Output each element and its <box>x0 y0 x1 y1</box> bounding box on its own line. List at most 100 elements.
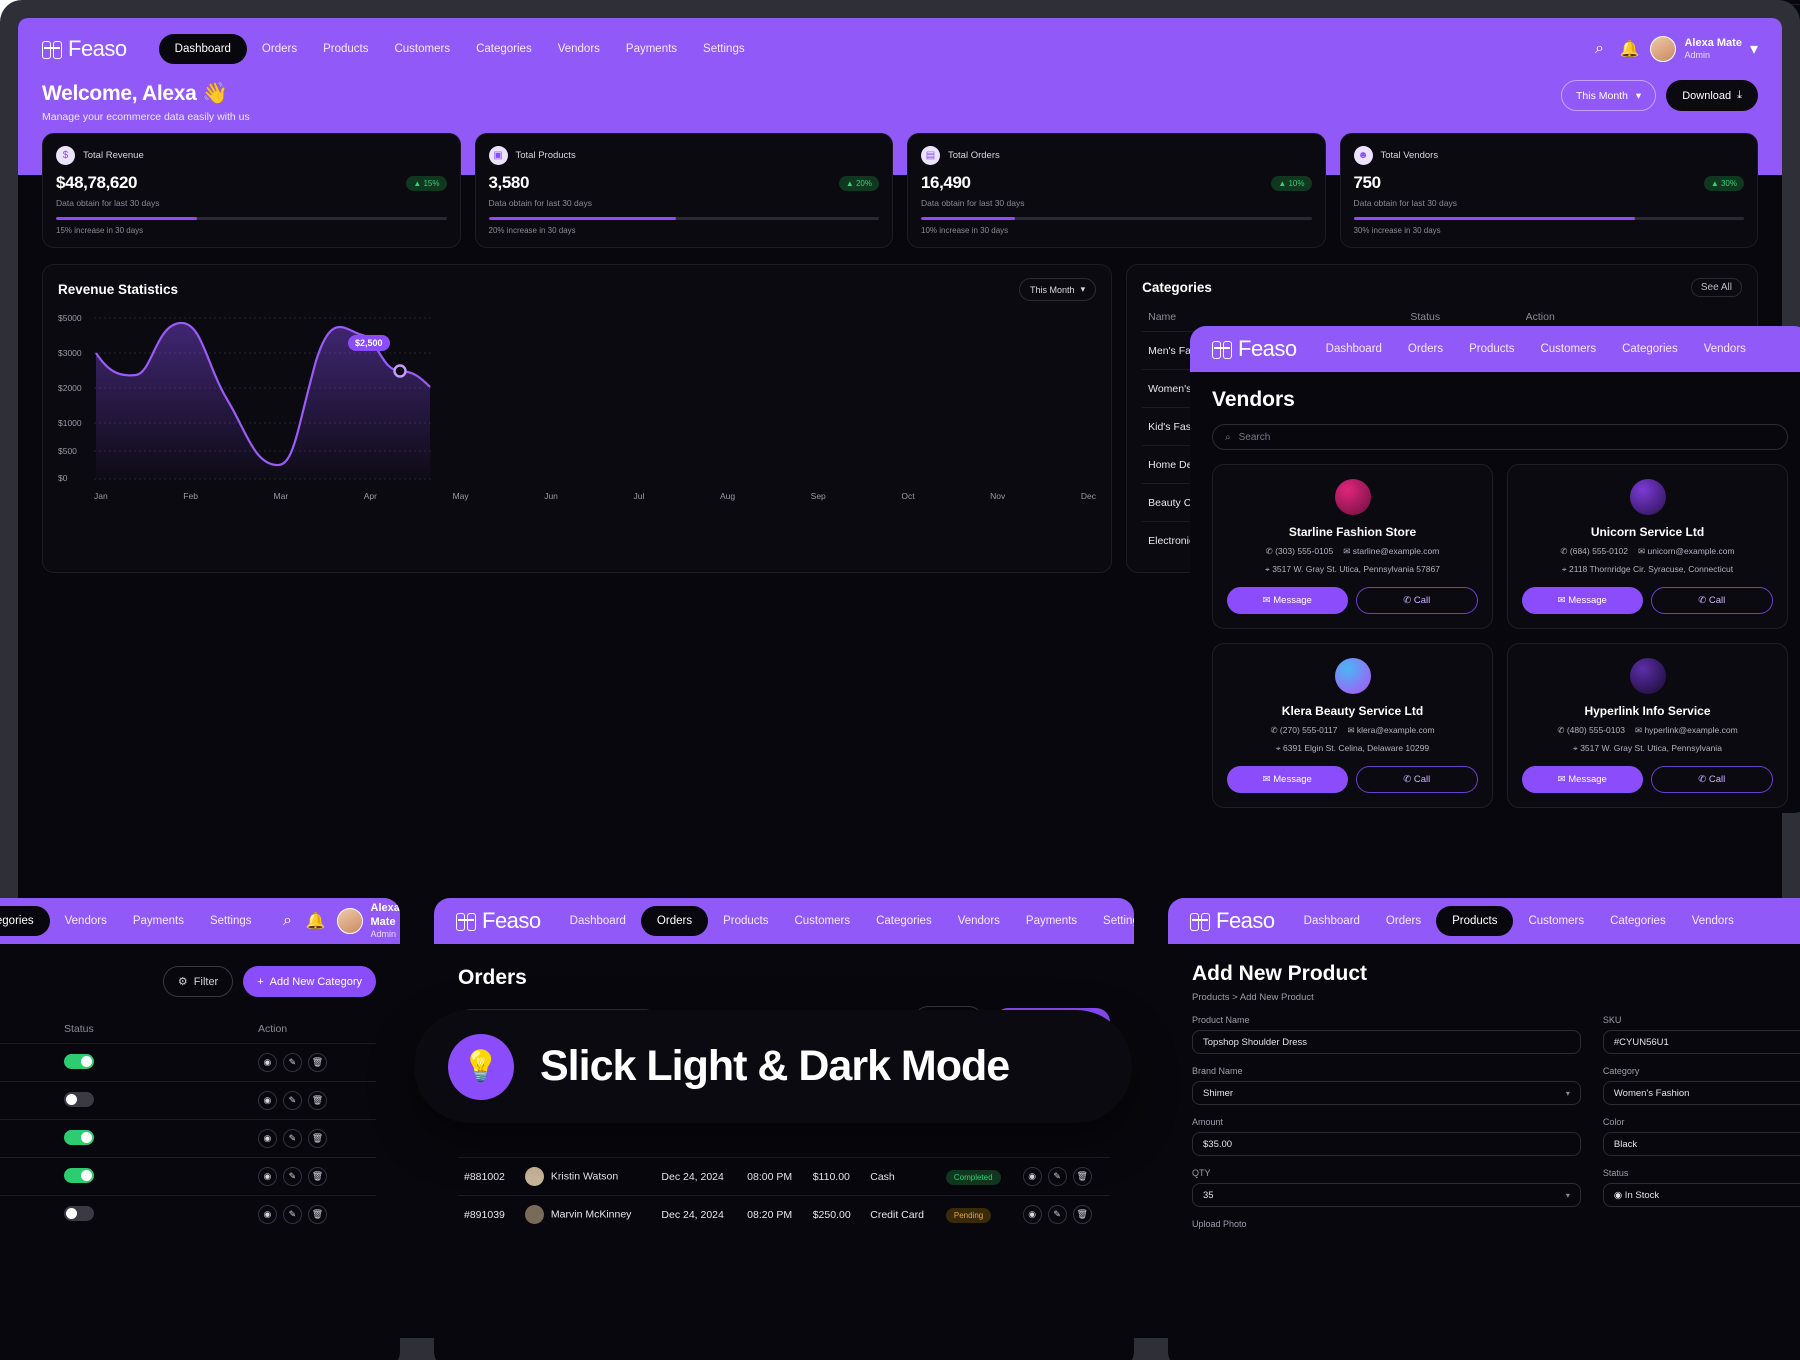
nav-item-products[interactable]: Products <box>712 909 779 933</box>
add-product-title: Add New Product <box>1192 962 1368 985</box>
delete-icon[interactable]: 🗑 <box>307 1129 327 1148</box>
categories-see-all-button[interactable]: See All <box>1690 278 1742 297</box>
edit-icon[interactable]: ✎ <box>282 1053 302 1072</box>
edit-icon[interactable]: ✎ <box>282 1129 302 1148</box>
filter-button[interactable]: ⚙ Filter <box>162 966 234 997</box>
vendor-card[interactable]: Starline Fashion Store ✆ (303) 555-0105 … <box>1212 464 1493 629</box>
table-row: ◉ ✎ 🗑 <box>0 1119 376 1158</box>
field-category[interactable]: Women's Fashion ▾ <box>1602 1081 1800 1105</box>
user-menu[interactable]: Alexa Mate Admin ▾ <box>336 902 401 939</box>
delete-icon[interactable]: 🗑 <box>1072 1167 1092 1186</box>
brand-logo[interactable]: Feaso <box>456 908 541 934</box>
message-button[interactable]: ✉ Message <box>1227 587 1348 614</box>
view-icon[interactable]: ◉ <box>257 1167 277 1186</box>
edit-icon[interactable]: ✎ <box>1047 1167 1067 1186</box>
view-icon[interactable]: ◉ <box>1022 1205 1042 1224</box>
nav-item-customers[interactable]: Customers <box>1529 337 1607 361</box>
nav-item-payments[interactable]: Payments <box>122 909 195 933</box>
vendor-card[interactable]: Klera Beauty Service Ltd ✆ (270) 555-011… <box>1212 643 1493 808</box>
view-icon[interactable]: ◉ <box>257 1053 277 1072</box>
view-icon[interactable]: ◉ <box>1022 1167 1042 1186</box>
delete-icon[interactable]: 🗑 <box>307 1205 327 1224</box>
field-qty[interactable]: 35 ▾ <box>1192 1183 1581 1207</box>
chart-range-select[interactable]: This Month ▾ <box>1019 278 1097 301</box>
status-toggle[interactable] <box>64 1205 94 1221</box>
nav-item-settings[interactable]: Settings <box>199 909 263 933</box>
call-button[interactable]: ✆ Call <box>1650 587 1773 614</box>
edit-icon[interactable]: ✎ <box>282 1167 302 1186</box>
bell-icon[interactable]: 🔔 <box>1620 40 1640 58</box>
message-button[interactable]: ✉ Message <box>1522 766 1643 793</box>
call-button[interactable]: ✆ Call <box>1355 766 1478 793</box>
nav-item-vendors[interactable]: Vendors <box>547 37 611 61</box>
view-icon[interactable]: ◉ <box>257 1091 277 1110</box>
field-brand-name[interactable]: Shimer ▾ <box>1192 1081 1581 1105</box>
nav-item-categories[interactable]: Categories <box>465 37 543 61</box>
call-button[interactable]: ✆ Call <box>1355 587 1478 614</box>
nav-item-vendors[interactable]: Vendors <box>947 909 1011 933</box>
download-button[interactable]: Download ⤓ <box>1666 80 1758 111</box>
breadcrumb-products[interactable]: Products <box>1192 992 1230 1003</box>
nav-item-orders[interactable]: Orders <box>251 37 308 61</box>
date-range-select[interactable]: This Month ▾ <box>1560 80 1657 111</box>
field-sku[interactable]: #CYUN56U1 <box>1602 1030 1800 1054</box>
nav-item-products[interactable]: Products <box>312 37 379 61</box>
edit-icon[interactable]: ✎ <box>282 1205 302 1224</box>
brand-logo[interactable]: Feaso <box>42 36 127 62</box>
nav-item-categories[interactable]: Categories <box>865 909 943 933</box>
call-button[interactable]: ✆ Call <box>1650 766 1773 793</box>
user-menu[interactable]: Alexa Mate Admin ▾ <box>1650 36 1758 62</box>
nav-item-products[interactable]: Products <box>1458 337 1525 361</box>
edit-icon[interactable]: ✎ <box>1047 1205 1067 1224</box>
stat-card: ▣ Total Products 3,580 ▲ 20% Data obtain… <box>474 133 893 248</box>
nav-item-categories[interactable]: Categories <box>1611 337 1689 361</box>
message-button[interactable]: ✉ Message <box>1522 587 1643 614</box>
nav-item-dashboard[interactable]: Dashboard <box>1315 337 1393 361</box>
nav-item-categories[interactable]: Categories <box>0 906 50 936</box>
nav-item-orders[interactable]: Orders <box>1375 909 1432 933</box>
delete-icon[interactable]: 🗑 <box>307 1167 327 1186</box>
stat-value-row: 750 ▲ 30% <box>1354 173 1744 193</box>
vendor-card[interactable]: Unicorn Service Ltd ✆ (684) 555-0102 ✉ u… <box>1507 464 1788 629</box>
nav-item-settings[interactable]: Settings <box>1092 909 1134 933</box>
nav-item-categories[interactable]: Categories <box>1599 909 1677 933</box>
delete-icon[interactable]: 🗑 <box>1072 1205 1092 1224</box>
status-toggle[interactable] <box>64 1167 94 1183</box>
status-toggle[interactable] <box>64 1091 94 1107</box>
delete-icon[interactable]: 🗑 <box>307 1053 327 1072</box>
nav-item-dashboard[interactable]: Dashboard <box>158 34 247 64</box>
nav-item-payments[interactable]: Payments <box>615 37 688 61</box>
vendor-card[interactable]: Hyperlink Info Service ✆ (480) 555-0103 … <box>1507 643 1788 808</box>
brand-logo[interactable]: Feaso <box>1212 336 1297 362</box>
edit-icon[interactable]: ✎ <box>282 1091 302 1110</box>
nav-item-vendors[interactable]: Vendors <box>1693 337 1757 361</box>
nav-item-orders[interactable]: Orders <box>1397 337 1454 361</box>
view-icon[interactable]: ◉ <box>257 1129 277 1148</box>
delete-icon[interactable]: 🗑 <box>307 1091 327 1110</box>
status-toggle[interactable] <box>64 1129 94 1145</box>
nav-item-payments[interactable]: Payments <box>1015 909 1088 933</box>
field-amount[interactable]: $35.00 <box>1192 1132 1581 1156</box>
view-icon[interactable]: ◉ <box>257 1205 277 1224</box>
nav-item-customers[interactable]: Customers <box>1517 909 1595 933</box>
field-status[interactable]: ◉ In Stock <box>1602 1183 1800 1207</box>
field-product-name[interactable]: Topshop Shoulder Dress <box>1192 1030 1581 1054</box>
search-icon[interactable]: ⌕ <box>1590 40 1608 58</box>
message-button[interactable]: ✉ Message <box>1227 766 1348 793</box>
vendors-search-input[interactable]: ⌕ Search <box>1212 424 1788 450</box>
nav-item-orders[interactable]: Orders <box>640 906 709 936</box>
brand-logo[interactable]: Feaso <box>1190 908 1275 934</box>
nav-item-customers[interactable]: Customers <box>783 909 861 933</box>
nav-item-customers[interactable]: Customers <box>383 37 461 61</box>
nav-item-vendors[interactable]: Vendors <box>54 909 118 933</box>
field-color[interactable]: Black ▾ <box>1602 1132 1800 1156</box>
bell-icon[interactable]: 🔔 <box>306 912 326 930</box>
nav-item-dashboard[interactable]: Dashboard <box>559 909 637 933</box>
nav-item-products[interactable]: Products <box>1436 906 1514 936</box>
add-new-category-button[interactable]: + Add New Category <box>243 966 376 997</box>
status-toggle[interactable] <box>64 1053 94 1069</box>
nav-item-vendors[interactable]: Vendors <box>1681 909 1745 933</box>
nav-item-settings[interactable]: Settings <box>692 37 756 61</box>
search-icon[interactable]: ⌕ <box>281 912 295 930</box>
nav-item-dashboard[interactable]: Dashboard <box>1293 909 1371 933</box>
